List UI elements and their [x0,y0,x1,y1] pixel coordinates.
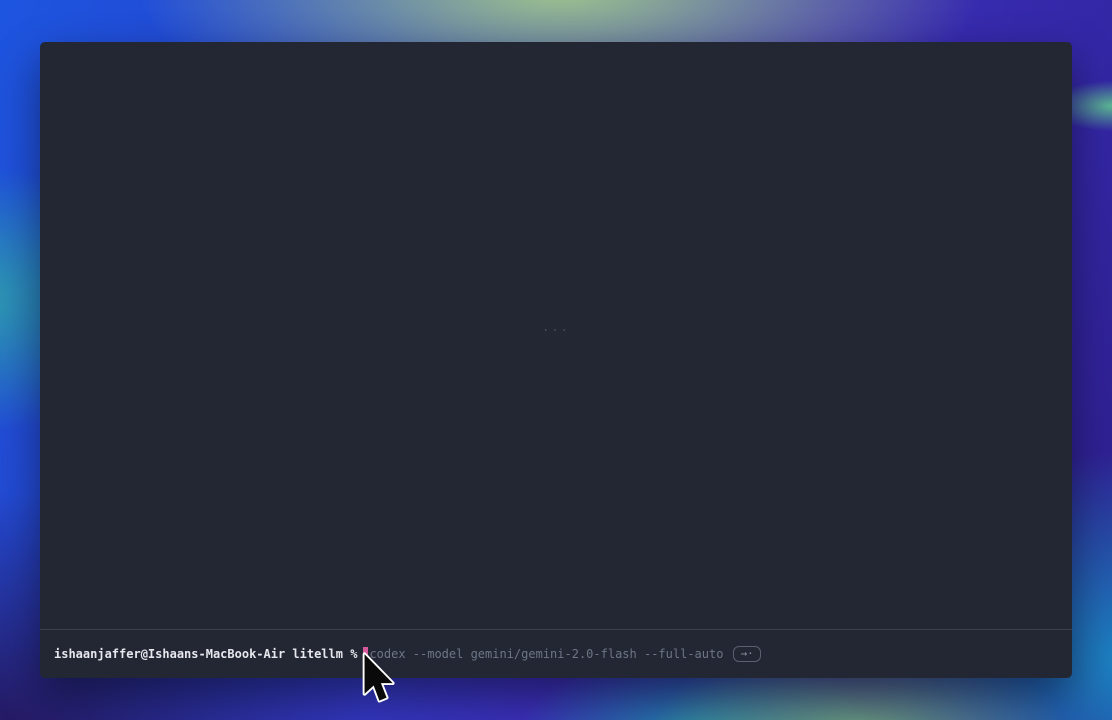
loading-ellipsis: ... [40,320,1072,334]
terminal-output-area: ... [40,42,1072,630]
text-caret [363,647,368,662]
command-suggestion: codex --model gemini/gemini-2.0-flash --… [369,647,723,661]
tab-key-hint-badge: →· [733,646,760,662]
command-line[interactable]: ishaanjaffer@Ishaans-MacBook-Air litellm… [40,630,1072,678]
terminal-window[interactable]: ... ishaanjaffer@Ishaans-MacBook-Air lit… [40,42,1072,678]
shell-prompt: ishaanjaffer@Ishaans-MacBook-Air litellm… [54,647,357,661]
desktop-wallpaper: ... ishaanjaffer@Ishaans-MacBook-Air lit… [0,0,1112,720]
